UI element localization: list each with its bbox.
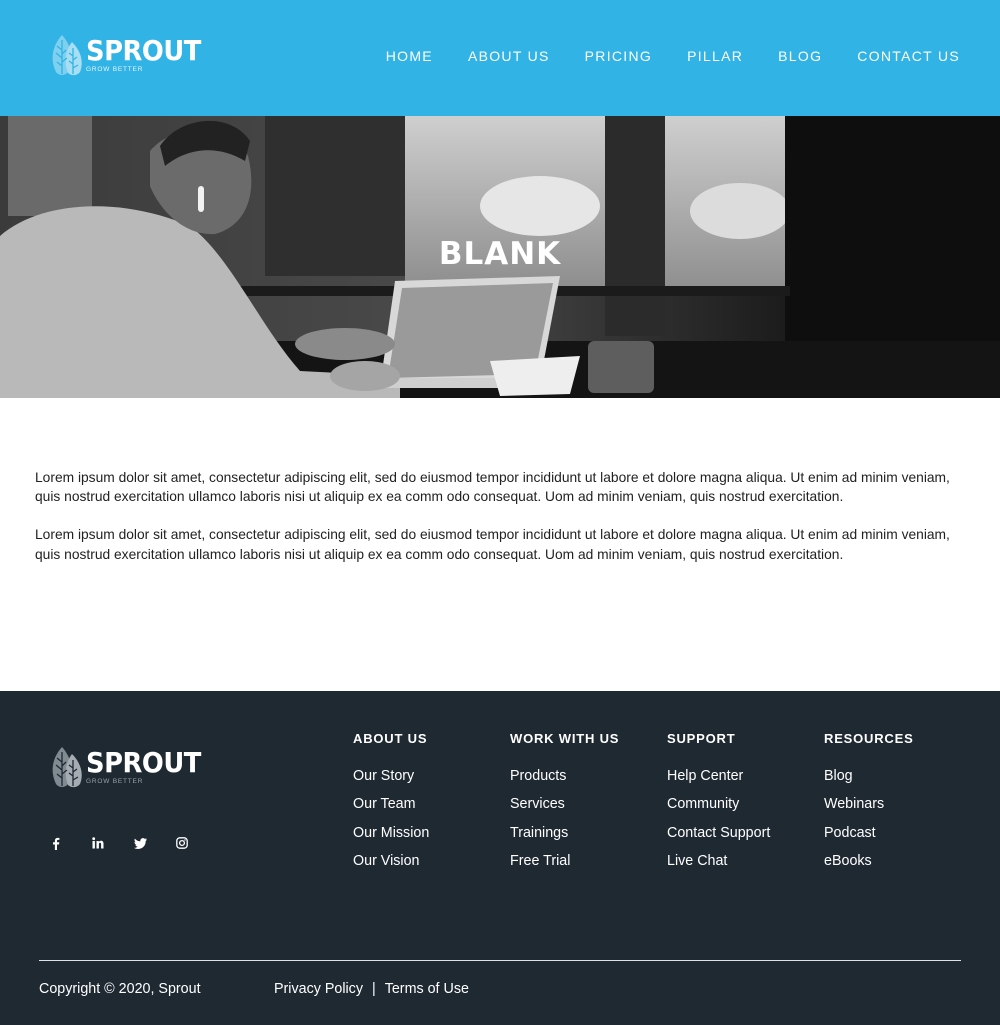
footer-column-work-with-us: WORK WITH US Products Services Trainings… — [510, 731, 619, 882]
facebook-icon[interactable] — [49, 836, 63, 850]
footer-link-community[interactable]: Community — [667, 796, 770, 812]
nav-blog[interactable]: BLOG — [778, 48, 822, 64]
footer-link-services[interactable]: Services — [510, 796, 619, 812]
footer-link-our-team[interactable]: Our Team — [353, 796, 429, 812]
footer-link-trainings[interactable]: Trainings — [510, 825, 619, 841]
sprout-logo[interactable]: SPROUT GROW BETTER — [48, 32, 211, 78]
legal-separator: | — [371, 981, 376, 997]
nav-pricing[interactable]: PRICING — [585, 48, 652, 64]
leaf-logo-icon — [52, 747, 82, 788]
legal-links: Privacy Policy | Terms of Use — [274, 981, 469, 997]
site-footer: SPROUT GROW BETTER ABOUT US Our Story Ou… — [0, 691, 1000, 1025]
footer-link-blog[interactable]: Blog — [824, 768, 914, 784]
footer-link-live-chat[interactable]: Live Chat — [667, 853, 770, 869]
footer-column-title: WORK WITH US — [510, 731, 620, 746]
footer-column-about-us: ABOUT US Our Story Our Team Our Mission … — [353, 731, 429, 882]
footer-link-contact-support[interactable]: Contact Support — [667, 825, 770, 841]
twitter-icon[interactable] — [133, 836, 147, 850]
footer-link-ebooks[interactable]: eBooks — [824, 853, 914, 869]
body-paragraph: Lorem ipsum dolor sit amet, consectetur … — [35, 470, 950, 505]
footer-divider — [39, 960, 961, 961]
instagram-icon[interactable] — [175, 836, 189, 850]
footer-link-free-trial[interactable]: Free Trial — [510, 853, 619, 869]
footer-logo[interactable]: SPROUT GROW BETTER — [48, 744, 211, 790]
privacy-policy-link[interactable]: Privacy Policy — [274, 981, 363, 997]
brand-tagline: GROW BETTER — [86, 777, 144, 785]
hero-banner: BLANK — [0, 116, 1000, 398]
footer-link-our-vision[interactable]: Our Vision — [353, 853, 429, 869]
brand-name: SPROUT — [86, 745, 201, 779]
footer-column-title: SUPPORT — [667, 731, 736, 746]
main-nav: HOME ABOUT US PRICING PILLAR BLOG CONTAC… — [351, 48, 960, 64]
nav-about-us[interactable]: ABOUT US — [468, 48, 550, 64]
footer-link-webinars[interactable]: Webinars — [824, 796, 914, 812]
nav-pillar[interactable]: PILLAR — [687, 48, 743, 64]
social-links — [49, 836, 217, 850]
body-paragraph: Lorem ipsum dolor sit amet, consectetur … — [35, 527, 950, 562]
footer-column-resources: RESOURCES Blog Webinars Podcast eBooks — [824, 731, 914, 882]
copyright-text: Copyright © 2020, Sprout — [39, 981, 201, 997]
main-content: Lorem ipsum dolor sit amet, consectetur … — [35, 468, 965, 583]
footer-link-our-mission[interactable]: Our Mission — [353, 825, 429, 841]
footer-column-title: RESOURCES — [824, 731, 914, 746]
brand-tagline: GROW BETTER — [86, 65, 144, 73]
footer-column-title: ABOUT US — [353, 731, 428, 746]
footer-link-podcast[interactable]: Podcast — [824, 825, 914, 841]
page-title: BLANK — [438, 236, 562, 272]
nav-home[interactable]: HOME — [386, 48, 433, 64]
footer-link-products[interactable]: Products — [510, 768, 619, 784]
brand-name: SPROUT — [86, 33, 201, 67]
nav-contact-us[interactable]: CONTACT US — [857, 48, 960, 64]
footer-link-help-center[interactable]: Help Center — [667, 768, 770, 784]
footer-column-support: SUPPORT Help Center Community Contact Su… — [667, 731, 770, 882]
linkedin-icon[interactable] — [91, 836, 105, 850]
leaf-logo-icon — [52, 35, 82, 76]
terms-of-use-link[interactable]: Terms of Use — [385, 981, 469, 997]
footer-link-our-story[interactable]: Our Story — [353, 768, 429, 784]
site-header: SPROUT GROW BETTER HOME ABOUT US PRICING… — [0, 0, 1000, 116]
